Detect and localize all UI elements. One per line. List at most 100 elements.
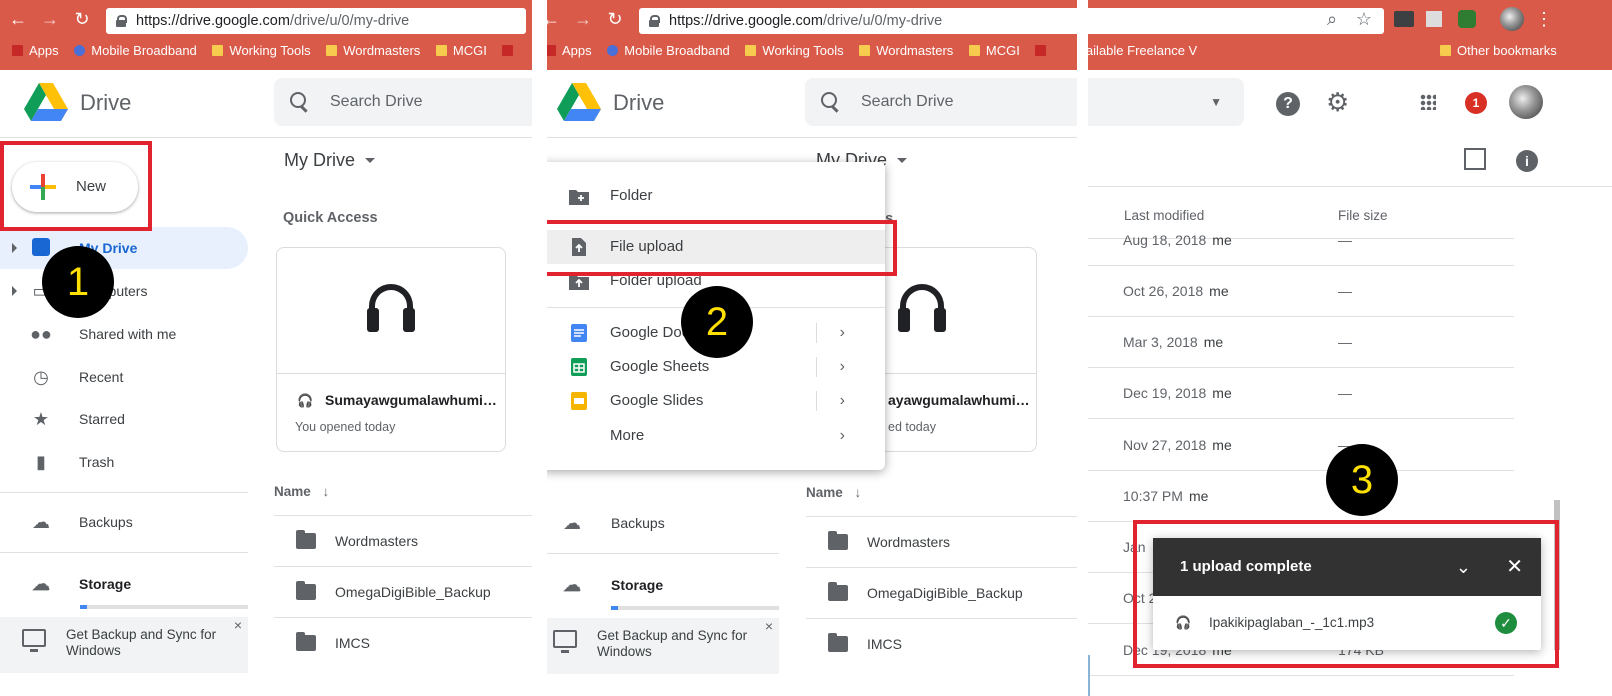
- bookmark-wordmasters[interactable]: Wordmasters: [859, 38, 953, 64]
- zoom-icon[interactable]: ⌕: [1322, 9, 1342, 29]
- sidebar-label: Storage: [611, 577, 664, 593]
- promo-text: Get Backup and Sync for Windows: [66, 627, 217, 658]
- url-host: https://drive.google.com: [669, 13, 823, 29]
- size-cell: —: [1338, 385, 1352, 401]
- sidebar-item-storage[interactable]: ☁ Storage: [0, 563, 248, 605]
- sort-arrow-icon: ↓: [322, 484, 330, 499]
- column-header-size[interactable]: File size: [1338, 208, 1388, 223]
- sidebar-label: Backups: [611, 515, 665, 531]
- submenu-separator: [816, 323, 817, 343]
- other-bookmarks[interactable]: Other bookmarks: [1440, 38, 1569, 64]
- bookmark-mcgi[interactable]: MCGI: [968, 38, 1020, 64]
- sidebar-item-computers[interactable]: ▭ Computers: [0, 270, 248, 312]
- extension-icon[interactable]: [1458, 10, 1476, 28]
- bookmark-available-freelance[interactable]: Available Freelance V: [1088, 38, 1197, 64]
- table-row[interactable]: Wordmasters: [274, 515, 532, 566]
- people-icon: ●●: [30, 324, 52, 344]
- search-icon: [290, 92, 310, 112]
- search-input[interactable]: Search Drive: [274, 78, 532, 126]
- close-icon[interactable]: ×: [765, 618, 773, 634]
- bookmark-s-icon[interactable]: [1035, 38, 1052, 64]
- address-bar[interactable]: https://drive.google.com/drive/u/0/my-dr…: [106, 8, 526, 34]
- modified-by: me: [1212, 385, 1232, 401]
- quick-file-sub: You opened today: [295, 420, 396, 434]
- apps-grid-icon[interactable]: [1420, 94, 1436, 110]
- folder-name: Wordmasters: [867, 534, 950, 550]
- account-avatar[interactable]: [1509, 85, 1543, 119]
- menu-item-google-slides[interactable]: Google Slides ›: [547, 384, 885, 418]
- modified-cell: Nov 27, 2018 me: [1123, 437, 1232, 453]
- clock-icon: ◷: [33, 367, 49, 387]
- sidebar-item-my-drive[interactable]: My Drive: [0, 227, 248, 269]
- sidebar-item-backups[interactable]: ☁ Backups: [547, 502, 779, 544]
- extension-icon[interactable]: [1394, 11, 1414, 27]
- extension-icon[interactable]: [1426, 11, 1442, 27]
- back-icon[interactable]: ←: [547, 9, 561, 29]
- column-header-modified[interactable]: Last modified: [1124, 208, 1204, 223]
- menu-item-folder[interactable]: Folder: [547, 179, 885, 213]
- bookmark-apps[interactable]: Apps: [12, 38, 59, 64]
- bookmark-s-icon[interactable]: [502, 38, 519, 64]
- sidebar-item-starred[interactable]: ★ Starred: [0, 398, 248, 440]
- folder-name: IMCS: [335, 635, 370, 651]
- table-row[interactable]: Wordmasters: [806, 516, 1077, 567]
- size-cell: —: [1338, 334, 1352, 350]
- sidebar-item-shared[interactable]: ●● Shared with me: [0, 313, 248, 355]
- table-row[interactable]: OmegaDigiBible_Backup: [274, 566, 532, 617]
- backup-sync-promo[interactable]: Get Backup and Sync for Windows ×: [0, 617, 248, 673]
- sidebar-item-recent[interactable]: ◷ Recent: [0, 356, 248, 398]
- quick-access-card[interactable]: 🎧 Sumayawgumalawhumi… You opened today: [276, 247, 506, 452]
- divider: [547, 553, 779, 554]
- sidebar-label: Backups: [79, 514, 133, 530]
- sidebar-item-backups[interactable]: ☁ Backups: [0, 501, 248, 543]
- backup-sync-promo[interactable]: Get Backup and Sync for Windows ×: [547, 618, 779, 674]
- more-vert-icon[interactable]: ⋮: [1534, 9, 1554, 29]
- bookmark-star-icon[interactable]: ☆: [1354, 9, 1374, 29]
- monitor-icon: [553, 630, 577, 653]
- grid-view-icon[interactable]: [1464, 148, 1486, 170]
- table-row[interactable]: IMCS: [274, 617, 532, 668]
- name-column-header[interactable]: Name ↓: [274, 484, 329, 499]
- menu-item-more[interactable]: More ›: [547, 419, 885, 453]
- notification-badge[interactable]: 1: [1465, 92, 1487, 114]
- name-column-header[interactable]: Name ↓: [806, 485, 861, 500]
- sidebar-label: Trash: [79, 454, 115, 470]
- close-icon[interactable]: ×: [234, 617, 242, 633]
- divider: [0, 492, 248, 493]
- help-icon[interactable]: ?: [1276, 92, 1300, 116]
- my-drive-icon: [32, 238, 50, 256]
- sidebar-item-storage[interactable]: ☁ Storage: [547, 564, 779, 606]
- reload-icon[interactable]: ↻: [605, 9, 625, 29]
- bookmark-apps[interactable]: Apps: [547, 38, 592, 64]
- panel-step-1: ← → ↻ https://drive.google.com/drive/u/0…: [0, 0, 532, 696]
- cloud-outline-icon: ☁: [563, 575, 581, 595]
- bookmark-mcgi[interactable]: MCGI: [435, 38, 487, 64]
- bookmark-mobile-broadband[interactable]: Mobile Broadband: [74, 38, 197, 64]
- profile-avatar[interactable]: [1500, 7, 1524, 31]
- bookmark-working-tools[interactable]: Working Tools: [745, 38, 844, 64]
- row-divider: [1088, 265, 1514, 266]
- modified-by: me: [1212, 232, 1232, 248]
- reload-icon[interactable]: ↻: [72, 9, 92, 29]
- page-title-text: My Drive: [284, 150, 355, 170]
- forward-icon[interactable]: →: [573, 9, 593, 29]
- row-divider: [1088, 316, 1514, 317]
- table-row[interactable]: OmegaDigiBible_Backup: [806, 567, 1077, 618]
- address-bar[interactable]: https://drive.google.com/drive/u/0/my-dr…: [639, 8, 1077, 34]
- page-title[interactable]: My Drive: [284, 150, 375, 171]
- info-icon[interactable]: i: [1516, 150, 1538, 172]
- bookmark-working-tools[interactable]: Working Tools: [212, 38, 311, 64]
- chevron-right-icon: ›: [839, 427, 845, 444]
- forward-icon[interactable]: →: [40, 9, 60, 29]
- search-input[interactable]: ▼: [1088, 78, 1244, 126]
- back-icon[interactable]: ←: [8, 9, 28, 29]
- table-row[interactable]: IMCS: [806, 618, 1077, 669]
- search-input[interactable]: Search Drive: [805, 78, 1077, 126]
- bookmark-wordmasters[interactable]: Wordmasters: [326, 38, 420, 64]
- search-options-icon[interactable]: ▼: [1210, 78, 1222, 126]
- storage-bar: [80, 605, 248, 609]
- settings-gear-icon[interactable]: ⚙: [1326, 89, 1349, 115]
- sidebar-item-trash[interactable]: ▮ Trash: [0, 441, 248, 483]
- bookmark-mobile-broadband[interactable]: Mobile Broadband: [607, 38, 730, 64]
- url-path: /drive/u/0/my-drive: [822, 13, 943, 29]
